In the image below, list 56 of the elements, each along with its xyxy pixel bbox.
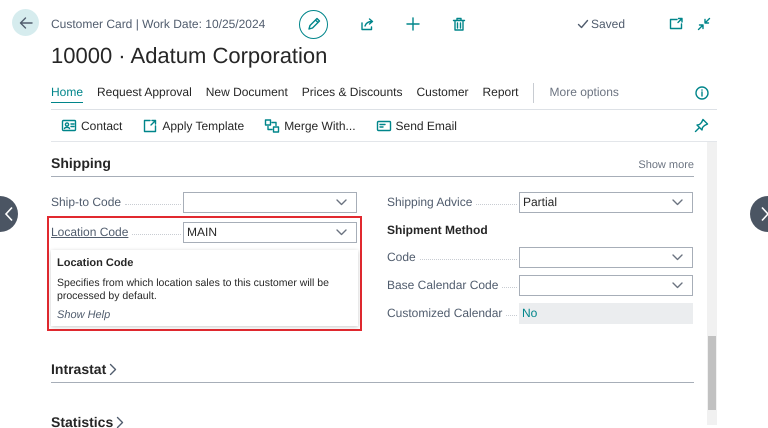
share-icon[interactable]: [360, 17, 374, 31]
action-tab[interactable]: Report: [482, 82, 519, 103]
section-title[interactable]: Statistics: [51, 414, 124, 428]
toolbar-button[interactable]: Merge With...: [264, 118, 356, 134]
template-icon: [142, 118, 158, 134]
pencil-icon: [306, 17, 320, 31]
dropdown-field[interactable]: Partial: [519, 192, 693, 212]
edit-button[interactable]: [299, 10, 328, 38]
section-title[interactable]: Intrastat: [51, 361, 118, 377]
chevron-left-icon: [4, 206, 14, 222]
dropdown-field[interactable]: [519, 274, 693, 296]
more-options-tab[interactable]: More options: [550, 82, 619, 103]
info-icon[interactable]: [695, 86, 709, 100]
chevron-right-icon: [116, 416, 124, 428]
action-tab[interactable]: Request Approval: [97, 82, 192, 103]
tooltip-title: Location Code: [57, 257, 134, 269]
chevron-right-icon: [109, 362, 118, 376]
show-help-link[interactable]: Show Help: [57, 309, 352, 321]
merge-icon: [264, 118, 280, 134]
saved-status: Saved: [590, 17, 625, 31]
field-label: Customized Calendar: [387, 306, 502, 320]
toolbar-button[interactable]: Send Email: [376, 118, 457, 134]
dropdown-field[interactable]: [519, 246, 693, 268]
dropdown-field[interactable]: [183, 192, 357, 212]
group-heading: Shipment Method: [387, 222, 489, 238]
breadcrumb: Customer Card | Work Date: 10/25/2024: [51, 17, 266, 31]
tooltip-text: Specifies from which location sales to this customer will be processed by default.: [57, 277, 330, 303]
previous-button[interactable]: [0, 196, 18, 232]
collapse-icon[interactable]: [697, 17, 711, 31]
field-label: Ship-to Code: [51, 195, 122, 209]
action-tab[interactable]: Prices & Discounts: [302, 82, 402, 103]
next-button[interactable]: [750, 196, 768, 232]
field-label: Code: [387, 250, 416, 264]
dropdown-field[interactable]: MAIN: [183, 222, 357, 242]
section-title[interactable]: Shipping: [51, 155, 111, 171]
show-more-link[interactable]: Show more: [638, 159, 694, 171]
chevron-right-icon: [760, 206, 768, 222]
toolbar-button[interactable]: Contact: [61, 118, 122, 134]
check-icon: [576, 18, 589, 30]
toolbar-button[interactable]: Apply Template: [142, 118, 244, 134]
action-tab[interactable]: Customer: [416, 82, 468, 103]
plus-icon[interactable]: [406, 17, 420, 31]
action-tab[interactable]: Home: [51, 82, 84, 103]
open-window-icon[interactable]: [669, 17, 683, 31]
field-label-link[interactable]: Location Code: [51, 225, 128, 239]
back-arrow-icon: [18, 16, 32, 30]
action-tab[interactable]: New Document: [206, 82, 288, 103]
field-label: Shipping Advice: [387, 195, 472, 209]
back-button[interactable]: [12, 9, 39, 36]
field-label: Base Calendar Code: [387, 278, 498, 292]
page-title: 10000 · Adatum Corporation: [51, 43, 328, 69]
scrollbar[interactable]: [707, 142, 717, 425]
trash-icon[interactable]: [452, 17, 466, 31]
readonly-field: No: [519, 302, 693, 324]
pin-icon[interactable]: [694, 118, 709, 133]
contact-card-icon: [61, 118, 77, 134]
